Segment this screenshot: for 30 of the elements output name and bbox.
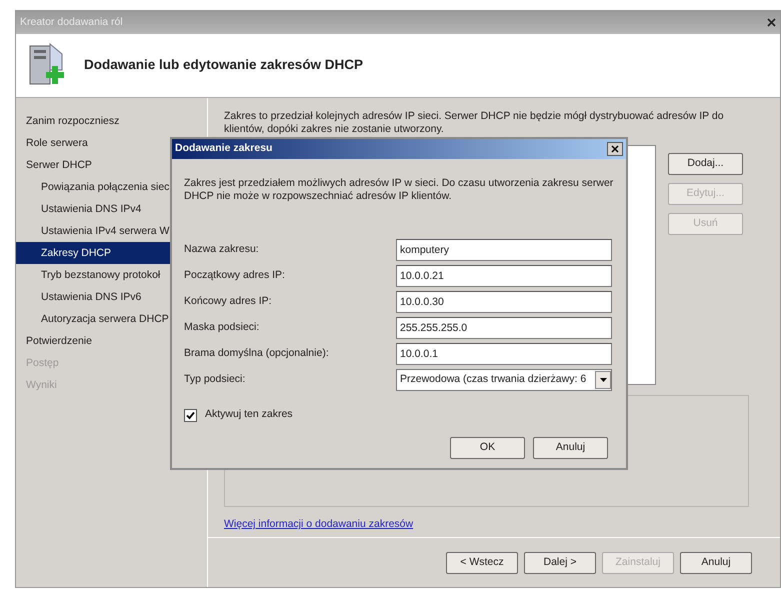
- field-label: Maska podsieci:: [184, 320, 260, 336]
- close-button[interactable]: [607, 142, 623, 156]
- wizard-button[interactable]: < Wstecz: [446, 552, 518, 574]
- input-field[interactable]: 255.255.255.0: [396, 317, 612, 340]
- window-title: Kreator dodawania ról: [20, 14, 123, 30]
- side-button[interactable]: Dodaj...: [668, 153, 743, 176]
- checkbox-label: Aktywuj ten zakres: [205, 407, 293, 422]
- close-icon[interactable]: [767, 18, 776, 27]
- dialog-title: Dodawanie zakresu: [175, 141, 272, 156]
- subnet-type-dropdown[interactable]: Przewodowa (czas trwania dzierżawy: 6: [396, 369, 612, 392]
- input-field[interactable]: 10.0.0.30: [396, 291, 612, 314]
- input-field[interactable]: 10.0.0.1: [396, 343, 612, 366]
- close-icon[interactable]: [611, 145, 619, 153]
- help-link[interactable]: Więcej informacji o dodawaniu zakresów: [224, 517, 414, 533]
- dialog-button[interactable]: Anuluj: [533, 437, 608, 459]
- dialog-description: Zakres jest przedziałem możliwych adresów IP w sieci. Do czasu utworzenia zakresu serwer DHCP nie może w rozpowszechniać adresów IP klientów.: [184, 177, 614, 204]
- wizard-button[interactable]: Dalej >: [524, 552, 596, 574]
- caret-icon[interactable]: [600, 378, 606, 382]
- wizard-button[interactable]: Anuluj: [680, 552, 752, 574]
- activate-checkbox[interactable]: [184, 408, 197, 422]
- input-field[interactable]: 10.0.0.21: [396, 265, 612, 288]
- field-label: Typ podsieci:: [184, 372, 246, 388]
- field-label: Końcowy adres IP:: [184, 294, 273, 310]
- dialog-button[interactable]: OK: [450, 437, 525, 459]
- description-text: Zakres to przedział kolejnych adresów IP sieci. Serwer DHCP nie będzie mógł dystrybuować adresów IP do klientów, dopóki zakres nie zostanie utworzony.: [224, 110, 725, 136]
- page-heading: Dodawanie lub edytowanie zakresów DHCP: [84, 56, 364, 74]
- nav-item[interactable]: Zanim rozpoczniesz: [16, 110, 207, 132]
- input-field[interactable]: komputery: [396, 239, 612, 262]
- field-label: Brama domyślna (opcjonalnie):: [184, 346, 330, 362]
- field-label: Początkowy adres IP:: [184, 268, 286, 284]
